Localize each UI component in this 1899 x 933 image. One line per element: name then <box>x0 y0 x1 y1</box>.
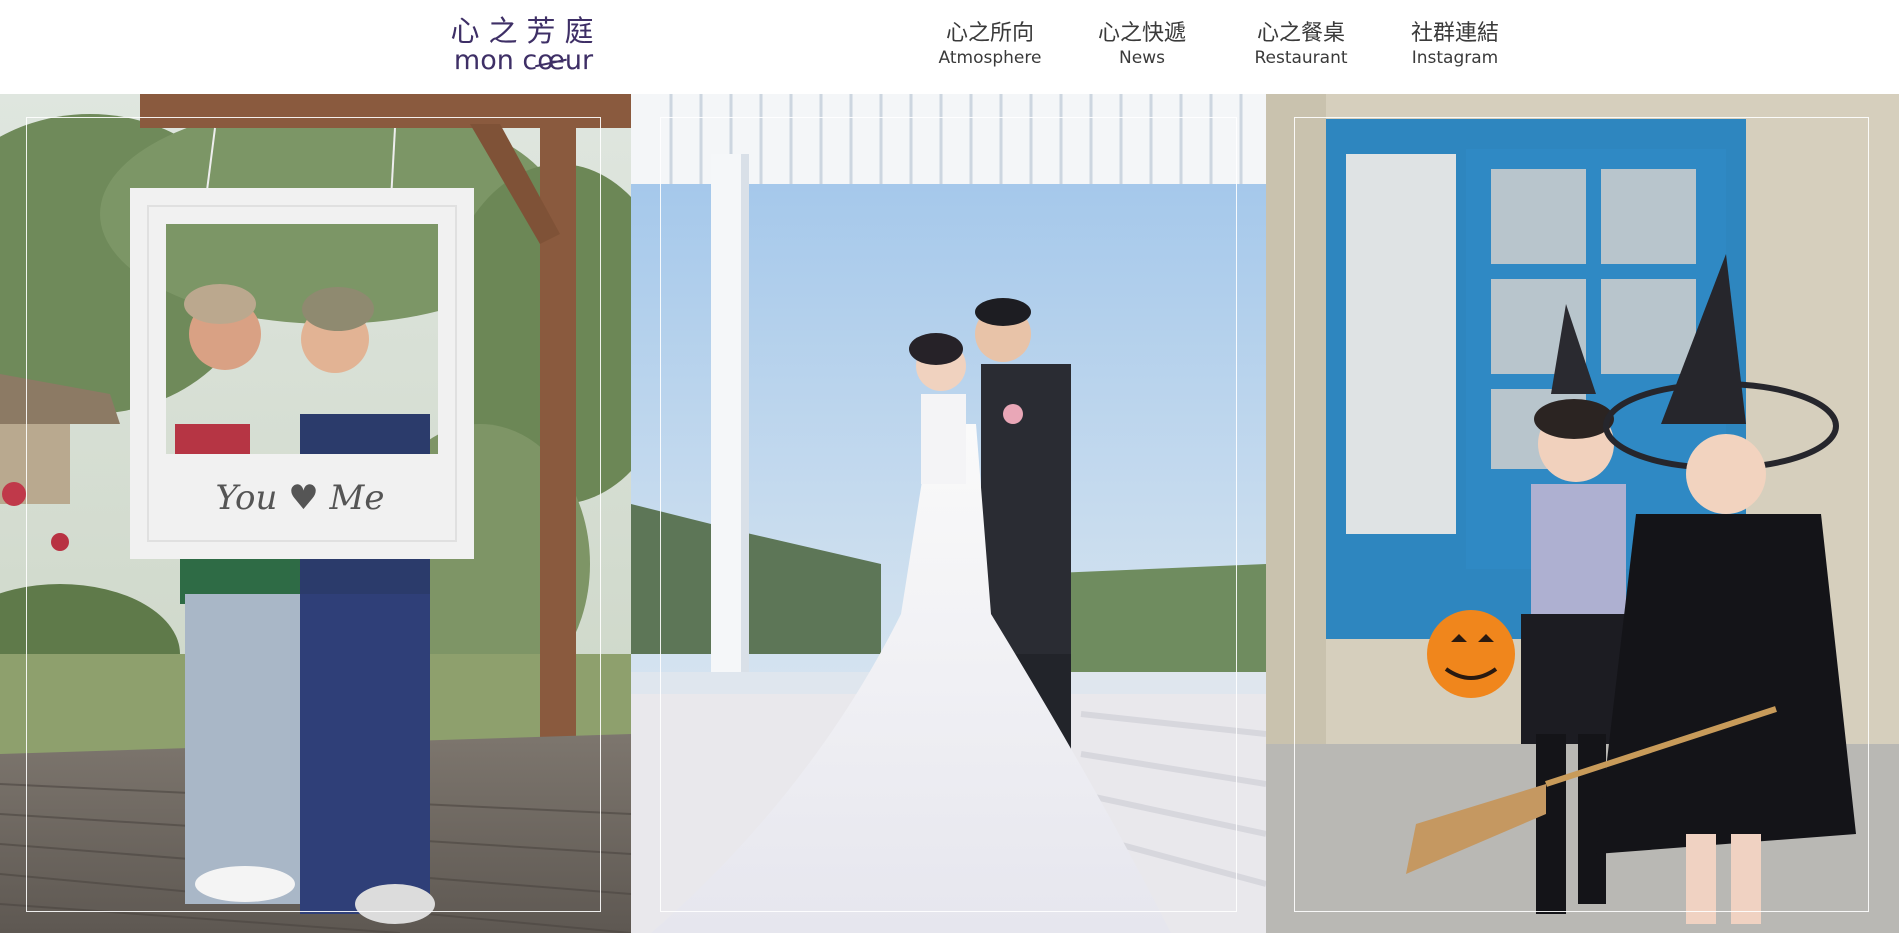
brand-name-en: mon cœur <box>453 45 594 76</box>
photo-gallery: You ♥ Me <box>0 94 1899 933</box>
nav-item-instagram[interactable]: 社群連結 Instagram <box>1394 20 1516 68</box>
nav-label-cn: 心之所向 <box>945 21 1034 46</box>
gallery-panel-halloween[interactable] <box>1266 94 1899 933</box>
wedding-photo-image <box>631 94 1266 933</box>
gallery-panel-couple[interactable]: You ♥ Me <box>0 94 631 933</box>
brand-name-cn: 心之芳庭 <box>450 14 603 48</box>
site-header: 心之芳庭 mon cœur 心之所向 Atmosphere 心之快遞 News … <box>0 0 1899 94</box>
nav-label-cn: 社群連結 <box>1410 21 1499 46</box>
brand-ligature: œ <box>537 45 565 76</box>
nav-label-en: Atmosphere <box>938 48 1042 68</box>
halloween-photo-image <box>1266 94 1899 933</box>
brand-logo[interactable]: 心之芳庭 mon cœur <box>441 14 606 78</box>
nav-label-cn: 心之餐桌 <box>1256 21 1345 46</box>
gallery-panel-wedding[interactable] <box>631 94 1266 933</box>
nav-label-en: News <box>1119 48 1165 68</box>
couple-photo-image: You ♥ Me <box>0 94 631 933</box>
nav-item-news[interactable]: 心之快遞 News <box>1087 20 1197 68</box>
nav-item-atmosphere[interactable]: 心之所向 Atmosphere <box>920 20 1060 68</box>
frame-caption: You ♥ Me <box>216 478 385 518</box>
nav-label-en: Restaurant <box>1254 48 1348 68</box>
nav-label-en: Instagram <box>1411 48 1499 68</box>
nav-item-restaurant[interactable]: 心之餐桌 Restaurant <box>1240 20 1362 68</box>
nav-label-cn: 心之快遞 <box>1097 21 1186 46</box>
